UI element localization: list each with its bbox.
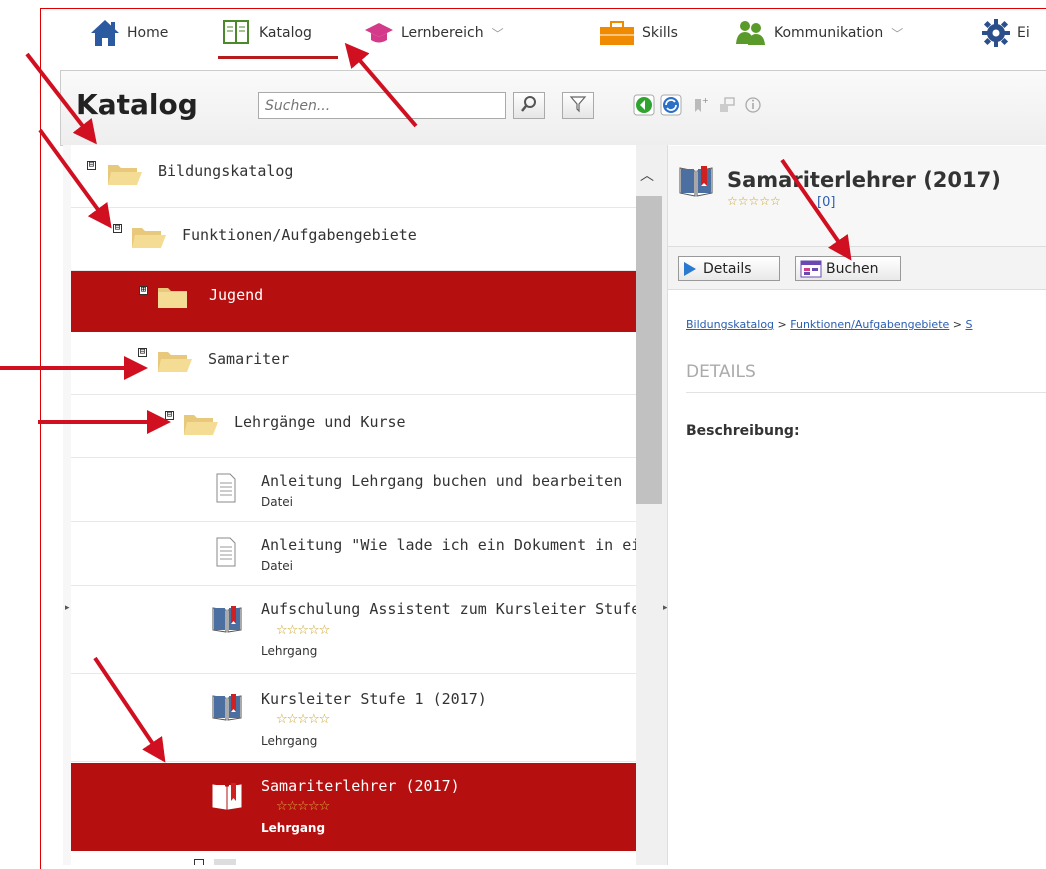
- collapse-toggle-icon[interactable]: ⊟: [138, 348, 147, 357]
- tree-item-label: Lehrgänge und Kurse: [234, 413, 406, 431]
- description-label: Beschreibung:: [686, 423, 800, 439]
- course-book-icon: [678, 164, 714, 202]
- tree-item-course[interactable]: Kursleiter Stufe 1 (2017) ☆☆☆☆☆ Lehrgang: [71, 674, 636, 762]
- breadcrumb-link[interactable]: Funktionen/Aufgabengebiete: [790, 318, 949, 331]
- page-title: Katalog: [76, 88, 198, 121]
- chevron-down-icon: ﹀: [891, 26, 904, 41]
- item-type: Datei: [261, 495, 294, 509]
- home-icon: [89, 18, 121, 48]
- breadcrumb-link[interactable]: Bildungskatalog: [686, 318, 774, 331]
- nav-active-indicator: [218, 56, 338, 59]
- filter-icon: [569, 95, 587, 117]
- top-navigation: Home Katalog Lernbereich ﹀ Skills Kommun…: [41, 9, 1046, 61]
- chevron-down-icon: ﹀: [491, 26, 504, 41]
- tree-item-file[interactable]: Anleitung "Wie lade ich ein Dokument in …: [71, 522, 640, 586]
- folder-icon: [157, 284, 193, 314]
- nav-einstellungen[interactable]: Ei: [981, 9, 1030, 57]
- tree-item-label: Samariterlehrer (2017): [261, 777, 460, 795]
- tree-item-label: Anleitung Lehrgang buchen und bearbeiten: [261, 472, 623, 490]
- breadcrumb-link[interactable]: S: [966, 318, 973, 331]
- folder-icon: [183, 411, 219, 441]
- search-icon: [520, 95, 538, 117]
- filter-button[interactable]: [562, 92, 594, 119]
- item-type: Lehrgang: [261, 821, 326, 835]
- tree-item-jugend[interactable]: ⊞ Jugend: [71, 271, 636, 332]
- tree-item-file[interactable]: Anleitung Lehrgang buchen und bearbeiten…: [71, 458, 636, 522]
- tree-item-lehrgaenge[interactable]: ⊟ Lehrgänge und Kurse: [71, 395, 636, 458]
- toolbar: [60, 70, 1046, 146]
- rating-count-link[interactable]: [0]: [817, 195, 835, 210]
- tree-item-label: Samariter: [208, 350, 290, 368]
- folder-icon: [107, 161, 143, 191]
- briefcase-icon: [598, 18, 636, 48]
- tree-item-label: Aufschulung Assistent zum Kursleiter Stu…: [261, 600, 641, 618]
- nav-home[interactable]: Home: [89, 9, 168, 57]
- collapse-toggle-icon[interactable]: ⊟: [165, 411, 174, 420]
- course-book-icon: [211, 781, 243, 815]
- tree-item-course[interactable]: Aufschulung Assistent zum Kursleiter Stu…: [71, 586, 640, 674]
- nav-lernbereich[interactable]: Lernbereich ﹀: [363, 9, 504, 57]
- tree-item-bildungskatalog[interactable]: ⊟ Bildungskatalog: [71, 145, 636, 208]
- course-book-icon: [211, 604, 243, 638]
- collapse-arrow-icon: ▸: [65, 603, 70, 613]
- nav-katalog[interactable]: Katalog: [221, 9, 312, 57]
- document-icon: [214, 472, 238, 508]
- tree-item-label: Bildungskatalog: [158, 162, 294, 180]
- graduation-cap-icon: [363, 18, 395, 48]
- bookmark-add-icon[interactable]: +: [689, 94, 711, 116]
- collapse-toggle-icon[interactable]: ⊟: [87, 161, 96, 170]
- detail-title: Samariterlehrer (2017): [727, 168, 1001, 192]
- document-icon: [214, 536, 238, 572]
- expand-toggle-icon[interactable]: ⊞: [139, 286, 148, 295]
- folder-icon: [131, 224, 167, 254]
- tree-item-samariterlehrer[interactable]: Samariterlehrer (2017) ☆☆☆☆☆ Lehrgang: [71, 763, 636, 851]
- item-type: Lehrgang: [261, 734, 318, 748]
- detail-header: [668, 146, 1046, 247]
- scrollbar-thumb[interactable]: [636, 196, 662, 504]
- nav-skills[interactable]: Skills: [598, 9, 678, 57]
- nav-kommunikation[interactable]: Kommunikation ﹀: [734, 9, 903, 57]
- tree-item-funktionen[interactable]: ⊟ Funktionen/Aufgabengebiete: [71, 208, 636, 271]
- course-book-icon: [211, 692, 243, 726]
- tree-item-label: Anleitung "Wie lade ich ein Dokument in …: [261, 536, 641, 554]
- search-input[interactable]: [258, 92, 506, 119]
- buchen-button[interactable]: Buchen: [795, 256, 901, 281]
- section-divider: [686, 392, 1046, 393]
- back-icon[interactable]: [633, 94, 655, 116]
- details-section-heading: DETAILS: [686, 362, 756, 382]
- rating-stars: ☆☆☆☆☆: [276, 799, 330, 814]
- scroll-up-icon[interactable]: ︿: [640, 165, 654, 185]
- svg-text:+: +: [702, 96, 709, 105]
- book-icon: [221, 18, 253, 48]
- document-icon: [214, 859, 236, 865]
- people-icon: [734, 18, 768, 48]
- collapse-toggle-icon[interactable]: ⊟: [113, 224, 122, 233]
- folder-icon: [157, 348, 193, 378]
- collapse-toggle-icon[interactable]: [194, 859, 204, 865]
- item-type: Datei: [261, 559, 294, 573]
- rating-stars: ☆☆☆☆☆: [276, 623, 330, 638]
- item-type: Lehrgang: [261, 644, 318, 658]
- details-button[interactable]: Details: [678, 256, 780, 281]
- refresh-icon[interactable]: [660, 94, 682, 116]
- rating-stars: ☆☆☆☆☆: [276, 712, 330, 727]
- search-button[interactable]: [513, 92, 545, 119]
- booking-icon: [800, 260, 822, 278]
- rating-stars: ☆☆☆☆☆: [727, 194, 781, 208]
- tree-item-label: Funktionen/Aufgabengebiete: [182, 226, 417, 244]
- tree-item-samariter[interactable]: ⊟ Samariter: [71, 332, 636, 395]
- info-icon[interactable]: [742, 94, 764, 116]
- play-icon: [683, 261, 697, 277]
- catalog-tree: ⊟ Bildungskatalog ⊟ Funktionen/Aufgabeng…: [71, 145, 640, 865]
- breadcrumb: Bildungskatalog > Funktionen/Aufgabengeb…: [686, 318, 973, 331]
- tree-item-label: Jugend: [209, 286, 264, 304]
- tree-item-label: Kursleiter Stufe 1 (2017): [261, 690, 487, 708]
- gear-icon: [981, 18, 1011, 48]
- share-icon[interactable]: [716, 94, 738, 116]
